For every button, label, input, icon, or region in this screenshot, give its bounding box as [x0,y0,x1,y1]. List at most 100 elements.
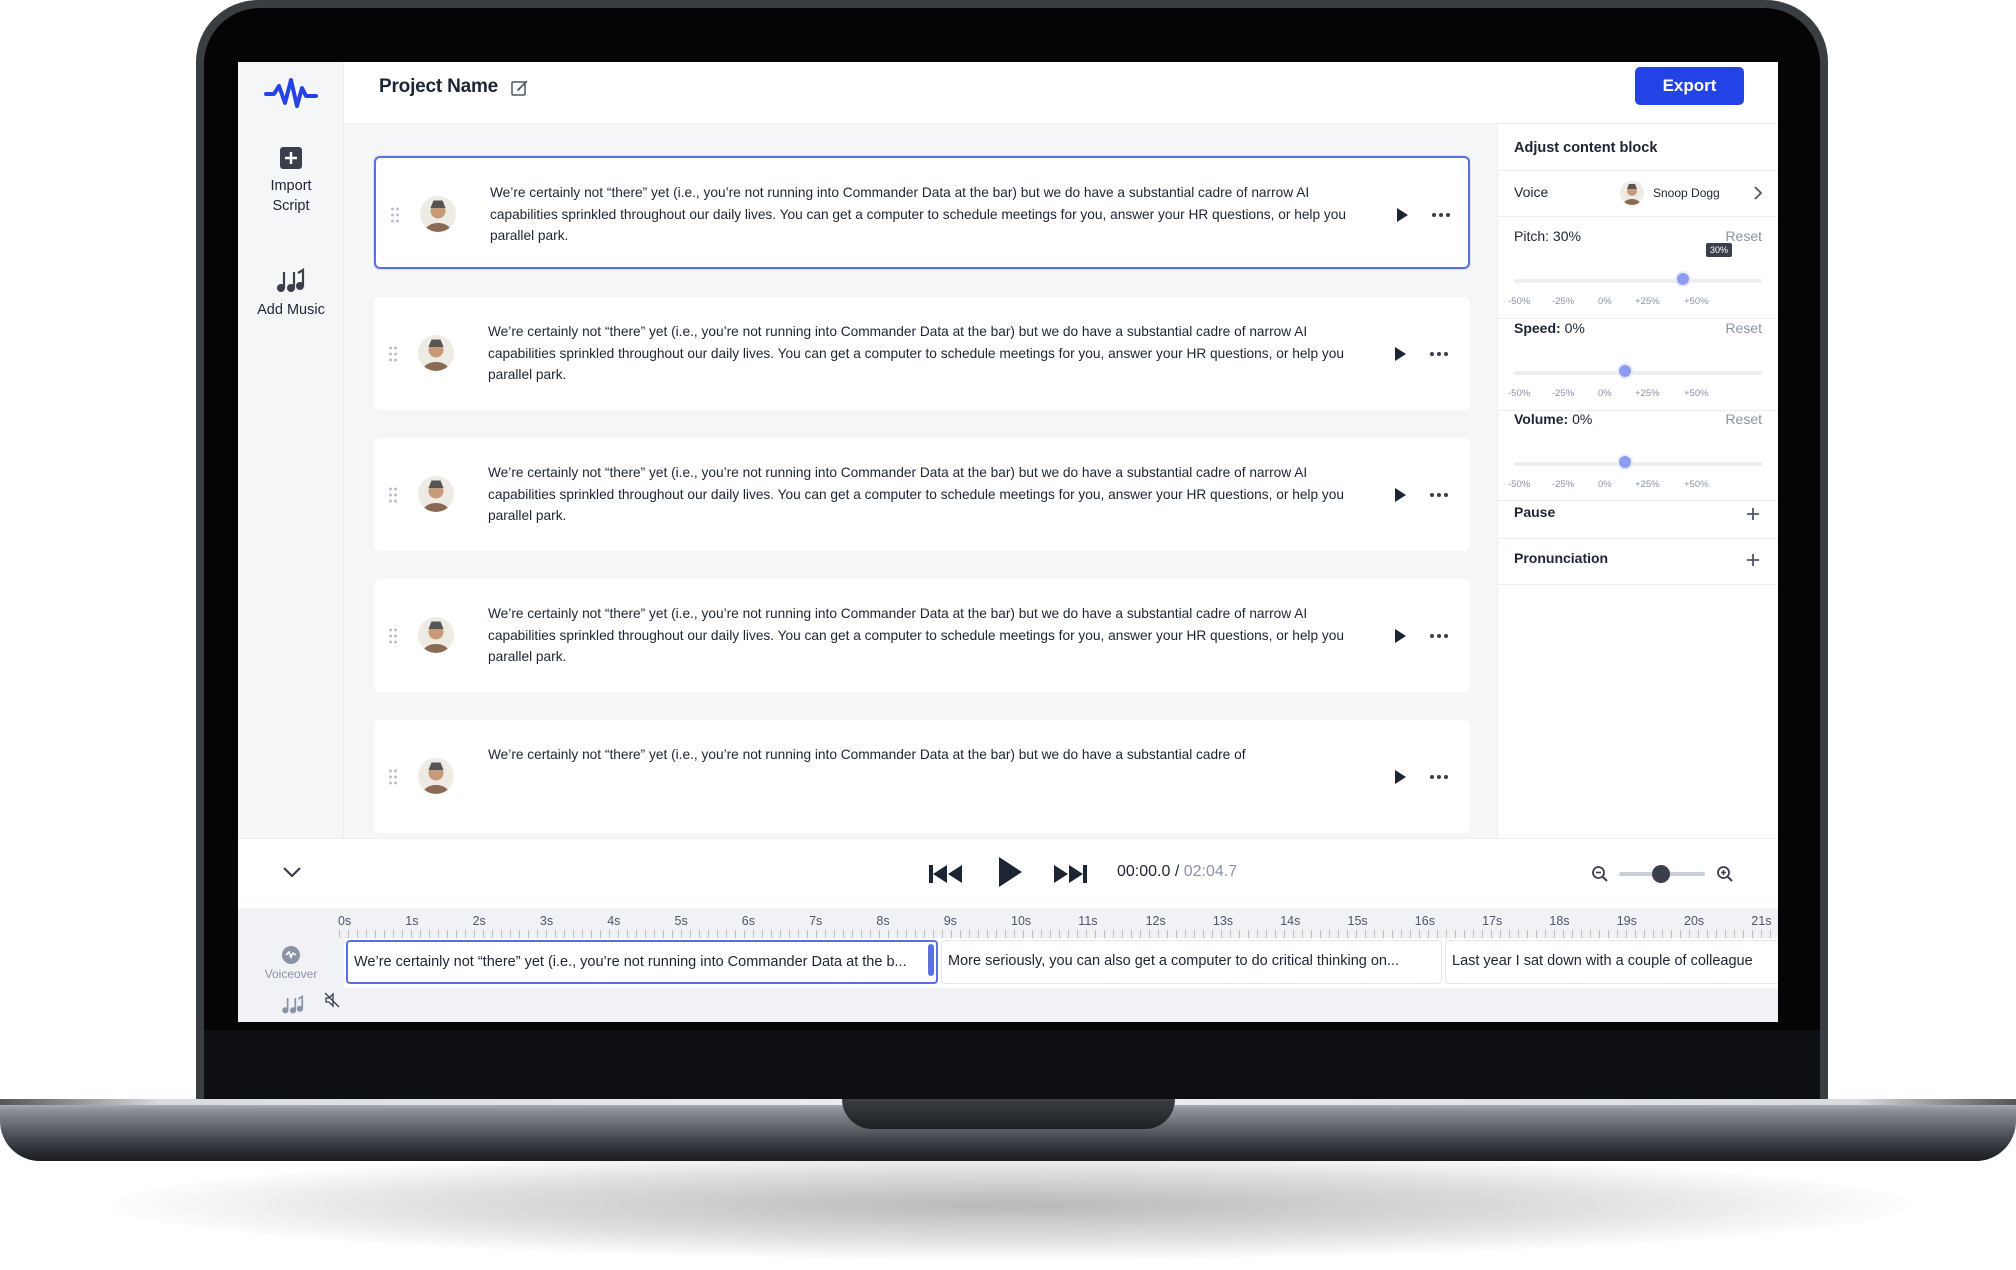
music-track-icon [282,995,304,1014]
volume-label-text: Volume: [1514,411,1569,427]
speed-reset-button[interactable]: Reset [1725,320,1762,336]
add-music-button[interactable]: Add Music [238,268,344,320]
add-pause-icon[interactable] [1746,507,1760,521]
block-text[interactable]: We’re certainly not “there” yet (i.e., y… [488,744,1348,766]
project-title: Project Name [379,76,499,97]
block-text[interactable]: We’re certainly not “there” yet (i.e., y… [488,603,1348,668]
pitch-slider[interactable] [1514,279,1762,283]
plus-square-icon [280,147,302,169]
voiceover-track: We’re certainly not “there” yet (i.e., y… [344,938,1778,988]
tick-label: 0% [1598,388,1612,399]
speed-value: 0% [1564,320,1585,336]
more-options-icon[interactable] [1429,774,1449,780]
drag-handle-icon[interactable] [388,768,398,786]
more-options-icon[interactable] [1429,492,1449,498]
time-display: 00:00.0 / 02:04.7 [1117,863,1237,881]
voiceover-icon [282,946,300,964]
speed-slider-thumb[interactable] [1617,363,1634,379]
drag-handle-icon[interactable] [390,206,400,224]
more-options-icon[interactable] [1431,212,1451,218]
pitch-slider-thumb[interactable] [1674,271,1691,287]
avatar-icon [424,200,452,232]
tick-label: +25% [1635,388,1660,399]
volume-slider[interactable] [1514,462,1762,466]
play-icon[interactable] [996,855,1024,889]
block-text[interactable]: We’re certainly not “there” yet (i.e., y… [490,182,1350,247]
ruler-tick-label: 14s [1280,914,1301,928]
speaker-avatar [418,335,454,371]
waveform-logo-icon [263,78,318,108]
ruler-tick-label: 10s [1011,914,1032,928]
laptop-mockup: Project Name Export Import Script Add Mu… [0,0,2016,1270]
ruler-tick-label: 11s [1078,914,1098,928]
play-icon[interactable] [1392,628,1408,644]
pitch-reset-button[interactable]: Reset [1725,228,1762,244]
more-options-icon[interactable] [1429,351,1449,357]
drag-handle-icon[interactable] [388,486,398,504]
tick-label: +25% [1635,479,1660,490]
more-options-icon[interactable] [1429,633,1449,639]
play-icon[interactable] [1392,769,1408,785]
pitch-ticks: -50% -25% 0% +25% +50% [1508,296,1770,308]
avatar-icon [422,762,450,794]
skip-back-icon[interactable] [928,863,964,885]
play-icon[interactable] [1394,207,1410,223]
zoom-out-icon[interactable] [1591,865,1609,883]
speaker-avatar [420,196,456,232]
pause-label: Pause [1514,504,1556,520]
chevron-down-icon[interactable] [282,865,302,879]
content-block[interactable]: We’re certainly not “there” yet (i.e., y… [374,297,1470,410]
voiceover-clip[interactable]: Last year I sat down with a couple of co… [1445,940,1778,984]
panel-title: Adjust content block [1514,140,1658,156]
speed-ticks: -50% -25% 0% +25% +50% [1508,388,1770,400]
ruler-tick-label: 17s [1482,914,1503,928]
ruler-tick-label: 12s [1145,914,1166,928]
speaker-avatar [418,476,454,512]
total-time: 02:04.7 [1183,863,1238,880]
content-block[interactable]: We’re certainly not “there” yet (i.e., y… [374,720,1470,833]
zoom-slider-thumb[interactable] [1652,865,1670,883]
timeline-tracks: Voiceover We’re certainly not “there” ye… [238,938,1778,1022]
volume-slider-thumb[interactable] [1617,454,1634,470]
pronunciation-label: Pronunciation [1514,550,1609,566]
import-script-button[interactable]: Import Script [238,146,344,216]
drag-handle-icon[interactable] [388,627,398,645]
pitch-tooltip: 30% [1706,243,1733,257]
ruler-tick-label: 19s [1616,914,1637,928]
mute-icon[interactable] [324,992,340,1008]
left-sidebar: Import Script Add Music [238,124,344,838]
tick-label: -25% [1552,296,1575,307]
pitch-label: Pitch: 30% [1514,228,1581,244]
time-separator: / [1170,863,1184,880]
pitch-label-text: Pitch: [1514,228,1550,244]
speed-slider[interactable] [1514,371,1762,375]
play-icon[interactable] [1392,487,1408,503]
clip-resize-handle[interactable] [928,944,934,976]
ruler-tick-label: 7s [809,914,823,928]
ruler-tick-label: 16s [1414,914,1435,928]
play-icon[interactable] [1392,346,1408,362]
block-text[interactable]: We’re certainly not “there” yet (i.e., y… [488,321,1348,386]
ruler-tick-label: 21s [1751,914,1772,928]
avatar-icon [422,480,450,512]
laptop-shadow [110,1150,1910,1260]
timeline-ruler[interactable]: 0s 1s 2s 3s 4s 5s 6s 7s 8s 9s 10s 11s 12s 13s 14s 15s 16… [238,908,1778,938]
logo[interactable] [238,62,344,124]
ruler-tick-label: 18s [1549,914,1570,928]
content-block[interactable]: We’re certainly not “there” yet (i.e., y… [374,156,1470,269]
drag-handle-icon[interactable] [388,345,398,363]
tick-label: +50% [1684,388,1709,399]
ruler-tick-label: 5s [674,914,688,928]
add-pronunciation-icon[interactable] [1746,553,1760,567]
voiceover-clip[interactable]: More seriously, you can also get a compu… [941,940,1442,984]
speed-label-text: Speed: [1514,320,1561,336]
content-block[interactable]: We’re certainly not “there” yet (i.e., y… [374,438,1470,551]
edit-icon[interactable] [510,78,530,98]
content-block[interactable]: We’re certainly not “there” yet (i.e., y… [374,579,1470,692]
zoom-in-icon[interactable] [1716,865,1734,883]
export-button[interactable]: Export [1635,67,1744,105]
voiceover-clip[interactable]: We’re certainly not “there” yet (i.e., y… [346,940,938,984]
skip-forward-icon[interactable] [1052,863,1088,885]
block-text[interactable]: We’re certainly not “there” yet (i.e., y… [488,462,1348,527]
volume-reset-button[interactable]: Reset [1725,411,1762,427]
